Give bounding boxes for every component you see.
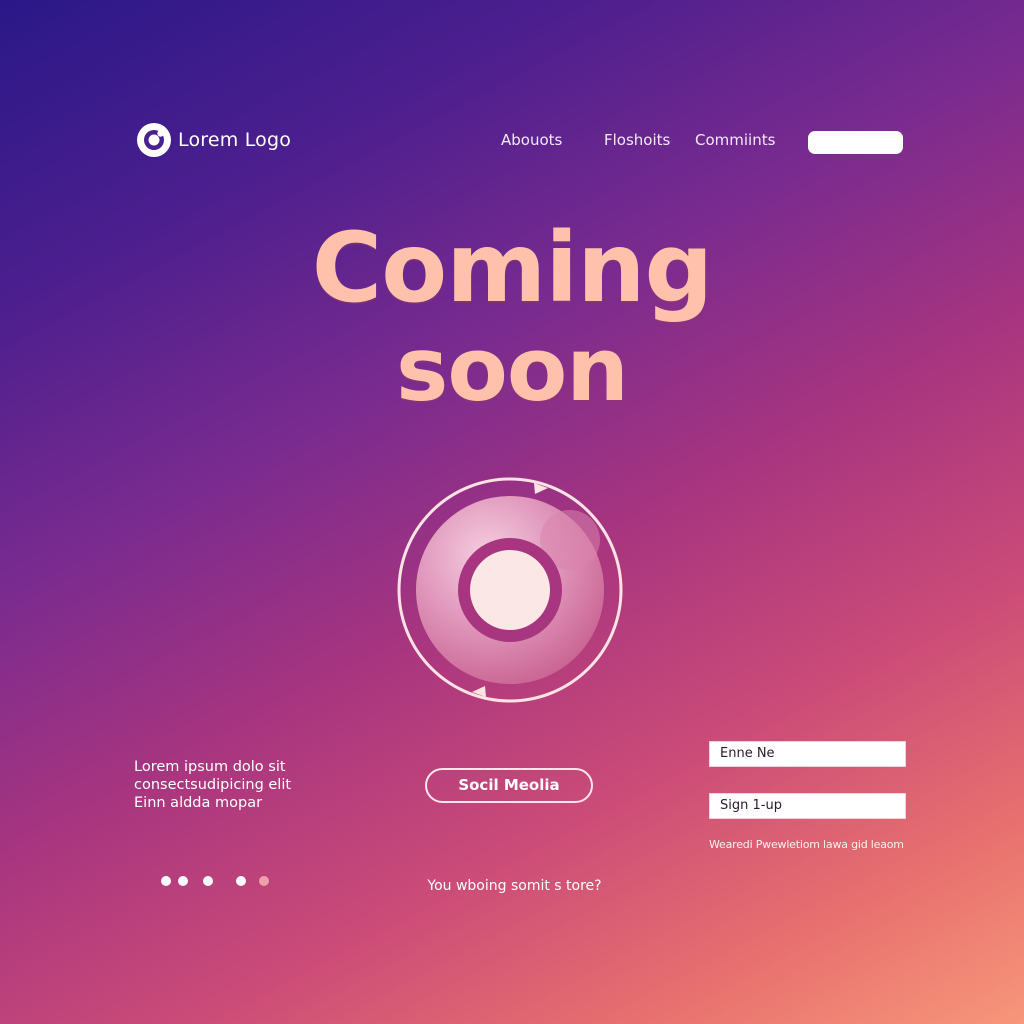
blurb-line: consectsudipicing elit <box>134 777 292 793</box>
blurb-line: Lorem ipsum dolo sit <box>134 759 286 775</box>
nav-link-commiints[interactable]: Commiints <box>695 131 775 149</box>
nav-link-floshoits[interactable]: Floshoits <box>604 131 670 149</box>
footer-question: You wboing somit s tore? <box>427 878 602 894</box>
circular-refresh-loader-icon <box>397 477 623 703</box>
social-media-button[interactable]: Socil Meolia <box>425 768 593 803</box>
nav-cta-button[interactable] <box>808 131 903 154</box>
hero-title-line-1: Coming <box>311 212 713 324</box>
signup-fineprint: Wearedi Pwewletiom lawa gid leaom <box>709 838 904 851</box>
logo-text: Lorem Logo <box>178 129 292 151</box>
hero-title-line-2: soon <box>396 318 629 421</box>
logo[interactable]: Lorem Logo <box>136 122 291 158</box>
blurb-text: Lorem ipsum dolo sit consectsudipicing e… <box>134 758 291 812</box>
blurb-line: Einn aldda mopar <box>134 795 263 811</box>
email-field[interactable]: Enne Ne <box>709 741 906 767</box>
nav-link-abouts[interactable]: Abouots <box>501 131 562 149</box>
signup-button[interactable]: Sign 1-up <box>709 793 906 819</box>
ring-logo-icon <box>137 123 171 157</box>
